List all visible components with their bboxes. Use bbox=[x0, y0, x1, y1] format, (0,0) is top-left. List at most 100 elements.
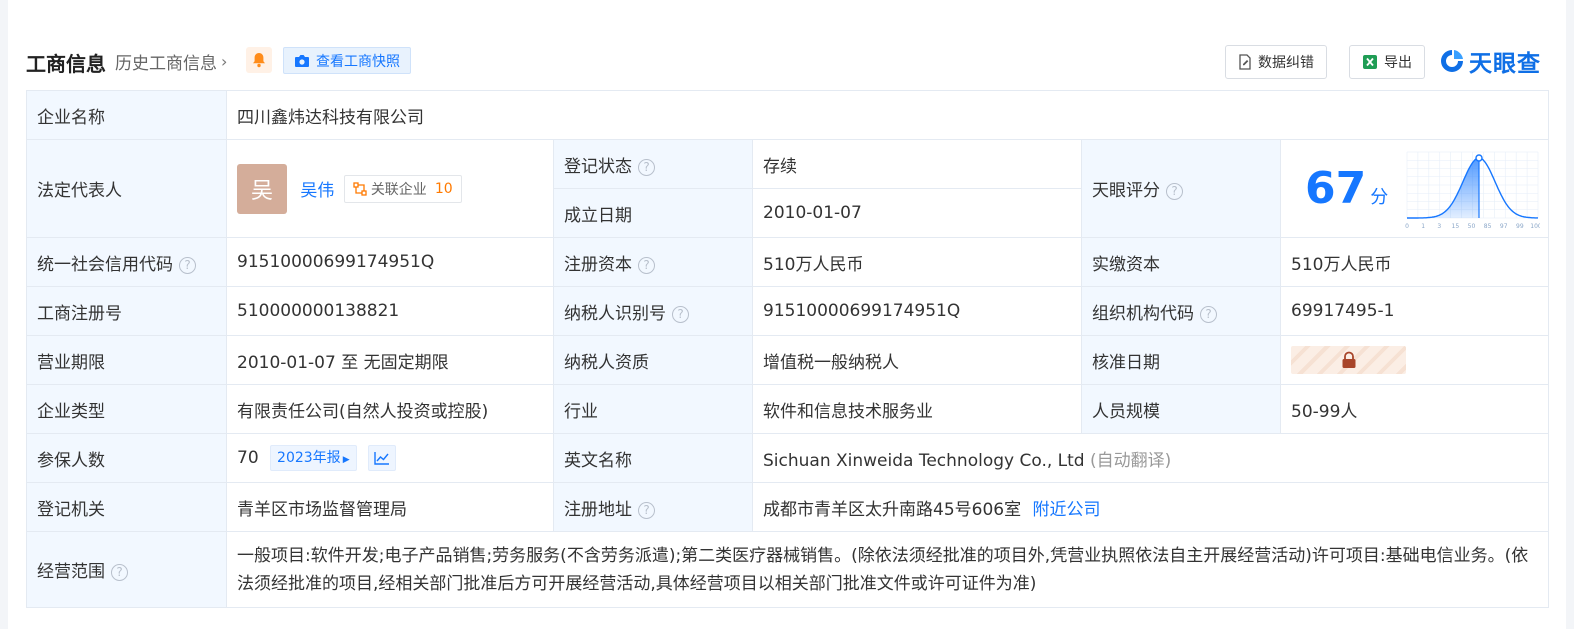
axis-tick-label: 99 bbox=[1516, 223, 1524, 230]
company-type-value: 有限责任公司(自然人投资或控股) bbox=[226, 384, 554, 434]
english-name-label: 英文名称 bbox=[553, 433, 753, 483]
auto-translate-note: (自动翻译) bbox=[1090, 450, 1172, 471]
score-marker-dot bbox=[1475, 153, 1483, 162]
business-term-value: 2010-01-07 至 无固定期限 bbox=[226, 335, 554, 385]
tianyancha-logo: 天眼查 bbox=[1439, 45, 1541, 77]
help-icon[interactable]: ? bbox=[111, 564, 128, 581]
help-icon[interactable]: ? bbox=[1200, 305, 1217, 323]
taxpayer-qual-value: 增值税一般纳税人 bbox=[752, 335, 1082, 385]
section-header: 工商信息 历史工商信息 › 查看工商快照 数据纠错 导出 天眼查 bbox=[26, 44, 1548, 80]
axis-tick-label: 85 bbox=[1484, 223, 1492, 230]
legal-rep-label: 法定代表人 bbox=[26, 139, 227, 238]
table-row: 登记机关 青羊区市场监督管理局 注册地址? 成都市青羊区太升南路45号606室 … bbox=[26, 482, 1550, 532]
export-label: 导出 bbox=[1384, 55, 1412, 71]
staff-size-value: 50-99人 bbox=[1279, 384, 1550, 434]
camera-icon bbox=[295, 54, 309, 67]
reg-number-label: 工商注册号 bbox=[26, 286, 227, 336]
reg-capital-value: 510万人民币 bbox=[752, 237, 1082, 287]
org-code-label: 组织机构代码? bbox=[1081, 286, 1281, 336]
reg-number-value: 510000000138821 bbox=[226, 286, 554, 336]
english-name-cell: Sichuan Xinweida Technology Co., Ltd (自动… bbox=[751, 433, 1550, 483]
scope-label: 经营范围? bbox=[26, 531, 227, 608]
legal-rep-name-link[interactable]: 吴伟 bbox=[300, 181, 334, 201]
org-code-label-text: 组织机构代码 bbox=[1092, 303, 1194, 324]
history-info-link[interactable]: 历史工商信息 › bbox=[115, 49, 227, 74]
snapshot-label: 查看工商快照 bbox=[316, 53, 400, 70]
insured-value: 70 bbox=[237, 448, 259, 468]
tianyan-score-label-text: 天眼评分 bbox=[1092, 181, 1160, 201]
help-icon[interactable]: ? bbox=[1166, 183, 1183, 200]
logo-text: 天眼查 bbox=[1469, 51, 1541, 77]
reg-address-label-text: 注册地址 bbox=[564, 499, 632, 520]
credit-code-label: 统一社会信用代码? bbox=[26, 237, 227, 287]
paid-capital-label: 实缴资本 bbox=[1081, 237, 1281, 287]
scope-label-text: 经营范围 bbox=[37, 562, 105, 582]
network-icon bbox=[353, 181, 367, 196]
axis-tick-label: 97 bbox=[1500, 223, 1508, 230]
business-info-panel: 工商信息 历史工商信息 › 查看工商快照 数据纠错 导出 天眼查 企业名称 四川… bbox=[8, 0, 1566, 629]
company-type-label: 企业类型 bbox=[26, 384, 227, 434]
taxpayer-id-value: 91510000699174951Q bbox=[752, 286, 1082, 336]
section-title: 工商信息 bbox=[26, 52, 106, 76]
found-date-label: 成立日期 bbox=[553, 188, 753, 238]
reg-address-label: 注册地址? bbox=[553, 482, 753, 532]
score-unit: 分 bbox=[1370, 187, 1389, 208]
reg-status-label-text: 登记状态 bbox=[564, 156, 632, 177]
export-button[interactable]: 导出 bbox=[1349, 45, 1425, 79]
data-correction-label: 数据纠错 bbox=[1258, 55, 1314, 71]
help-icon[interactable]: ? bbox=[638, 158, 655, 176]
found-date-value: 2010-01-07 bbox=[752, 188, 1082, 238]
reg-status-value: 存续 bbox=[752, 139, 1082, 189]
lock-icon bbox=[1342, 351, 1355, 368]
table-row: 法定代表人 吴 吴伟 关联企业 10 登记状态? 存续 天眼评分? 67 分 0 1 3… bbox=[26, 139, 1550, 238]
snapshot-button[interactable]: 查看工商快照 bbox=[283, 47, 411, 74]
axis-tick-label: 0 bbox=[1405, 223, 1409, 230]
reg-authority-value: 青羊区市场监督管理局 bbox=[226, 482, 554, 532]
reg-address-value: 成都市青羊区太升南路45号606室 bbox=[763, 499, 1022, 520]
industry-label: 行业 bbox=[553, 384, 753, 434]
industry-value: 软件和信息技术服务业 bbox=[752, 384, 1082, 434]
annual-report-tag[interactable]: 2023年报 ▶ bbox=[270, 445, 357, 471]
avatar[interactable]: 吴 bbox=[237, 163, 287, 214]
insured-cell: 70 2023年报 ▶ bbox=[226, 433, 554, 483]
help-icon[interactable]: ? bbox=[672, 305, 689, 323]
eye-logo-icon bbox=[1441, 50, 1463, 72]
taxpayer-id-label-text: 纳税人识别号 bbox=[564, 303, 666, 324]
approval-date-cell bbox=[1279, 335, 1550, 385]
reg-status-label: 登记状态? bbox=[553, 139, 753, 189]
related-companies-count: 10 bbox=[434, 180, 453, 197]
document-edit-icon bbox=[1239, 54, 1251, 70]
legal-rep-cell: 吴 吴伟 关联企业 10 bbox=[226, 139, 554, 238]
data-correction-button[interactable]: 数据纠错 bbox=[1225, 45, 1327, 79]
company-name-value: 四川鑫炜达科技有限公司 bbox=[225, 90, 1550, 140]
related-companies-button[interactable]: 关联企业 10 bbox=[343, 174, 462, 203]
bell-icon[interactable] bbox=[246, 47, 272, 73]
staff-size-label: 人员规模 bbox=[1081, 384, 1281, 434]
scope-value: 一般项目:软件开发;电子产品销售;劳务服务(不含劳务派遣);第二类医疗器械销售。… bbox=[225, 531, 1550, 608]
tianyan-score-cell[interactable]: 67 分 0 1 3 15 50 85 97 99 100 bbox=[1279, 139, 1550, 238]
axis-tick-label: 3 bbox=[1437, 223, 1441, 230]
locked-value[interactable] bbox=[1291, 346, 1406, 374]
history-info-label: 历史工商信息 bbox=[115, 54, 217, 74]
reg-capital-label: 注册资本? bbox=[553, 237, 753, 287]
axis-tick-label: 100 bbox=[1530, 223, 1540, 230]
trend-chart-icon[interactable] bbox=[368, 445, 397, 471]
english-name-value: Sichuan Xinweida Technology Co., Ltd bbox=[763, 450, 1085, 471]
reg-capital-label-text: 注册资本 bbox=[564, 254, 632, 275]
table-row: 营业期限 2010-01-07 至 无固定期限 纳税人资质 增值税一般纳税人 核… bbox=[26, 335, 1550, 385]
taxpayer-qual-label: 纳税人资质 bbox=[553, 335, 753, 385]
related-companies-label: 关联企业 bbox=[370, 181, 427, 198]
help-icon[interactable]: ? bbox=[638, 256, 655, 274]
taxpayer-id-label: 纳税人识别号? bbox=[553, 286, 753, 336]
business-info-table: 企业名称 四川鑫炜达科技有限公司 法定代表人 吴 吴伟 关联企业 10 登记状态?… bbox=[26, 90, 1550, 608]
nearby-companies-link[interactable]: 附近公司 bbox=[1033, 500, 1101, 520]
help-icon[interactable]: ? bbox=[638, 501, 655, 519]
chevron-right-icon: › bbox=[221, 52, 228, 71]
annual-report-label: 2023年报 bbox=[277, 450, 341, 466]
approval-date-label: 核准日期 bbox=[1081, 335, 1281, 385]
score-value: 67 bbox=[1305, 163, 1367, 214]
help-icon[interactable]: ? bbox=[179, 256, 196, 274]
table-row: 企业名称 四川鑫炜达科技有限公司 bbox=[26, 90, 1550, 140]
table-row: 统一社会信用代码? 91510000699174951Q 注册资本? 510万人… bbox=[26, 237, 1550, 287]
table-row: 企业类型 有限责任公司(自然人投资或控股) 行业 软件和信息技术服务业 人员规模… bbox=[26, 384, 1550, 434]
